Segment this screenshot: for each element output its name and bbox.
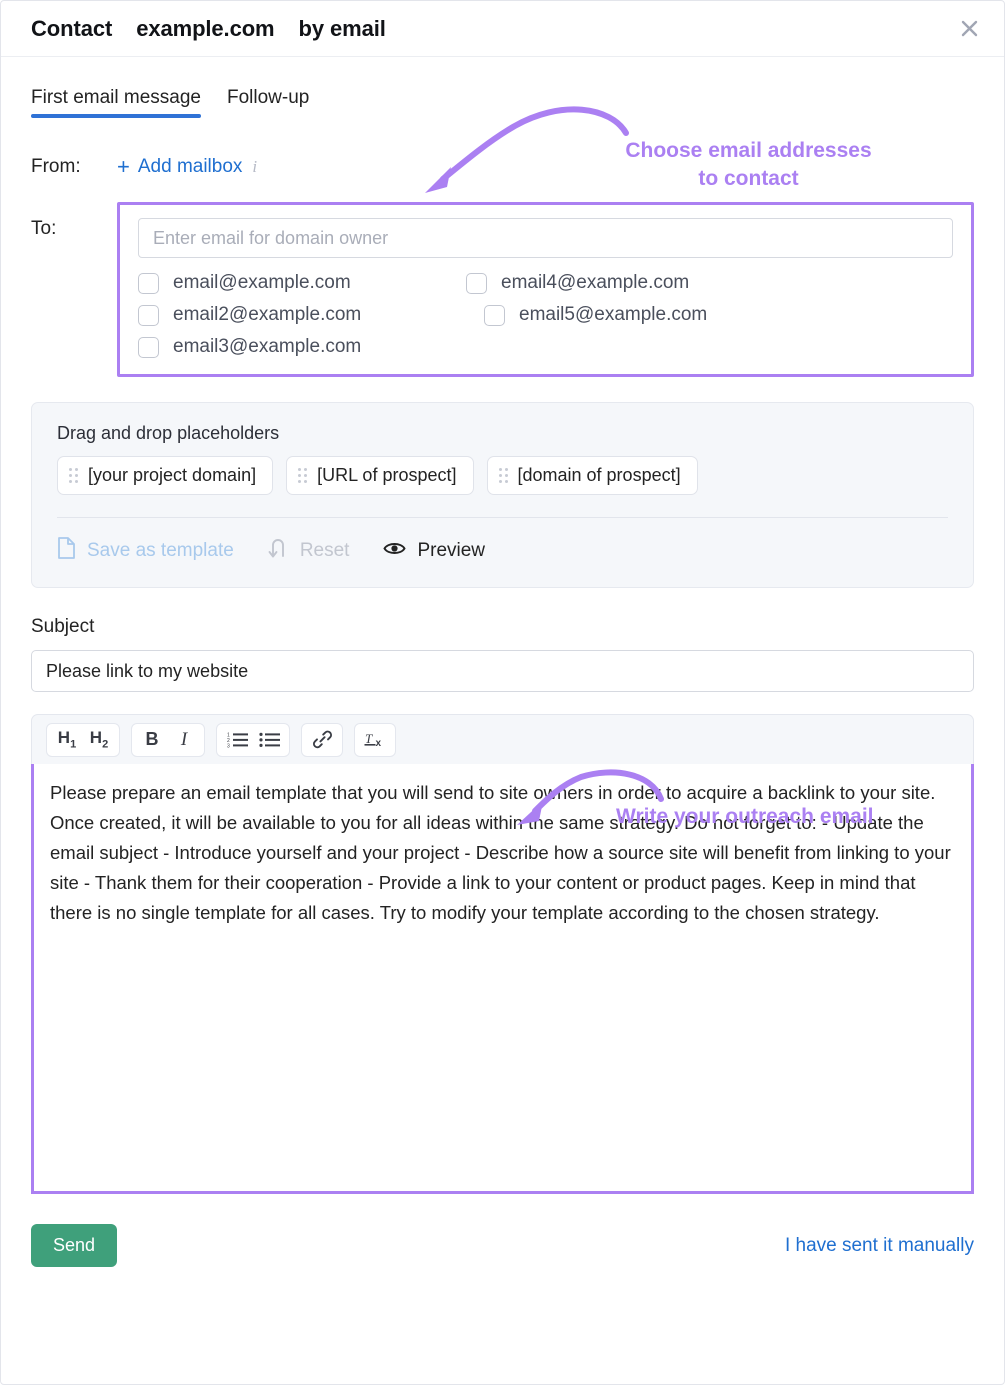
tab-follow-up[interactable]: Follow-up xyxy=(227,87,309,118)
checkbox-icon[interactable] xyxy=(138,272,159,294)
checkbox-icon[interactable] xyxy=(138,304,159,326)
to-row: To: email@example.com email4@example.com… xyxy=(31,202,974,377)
editor-toolbar: H1 H2 B I 1 2 3 T x xyxy=(31,714,974,764)
tab-bar: First email message Follow-up xyxy=(31,87,974,118)
email-checkbox-row[interactable]: email@example.com xyxy=(138,272,448,294)
annotation-choose-emails: Choose email addresses to contact xyxy=(591,137,906,193)
ordered-list-button[interactable]: 1 2 3 xyxy=(221,725,253,755)
checkbox-icon[interactable] xyxy=(138,336,159,358)
placeholder-chip-list: [your project domain] [URL of prospect] … xyxy=(57,456,948,495)
preview-button[interactable]: Preview xyxy=(383,540,485,563)
page-title: Contact example.com by email xyxy=(31,16,386,42)
modal-header: Contact example.com by email xyxy=(1,1,1004,57)
heading-1-button[interactable]: H1 xyxy=(51,725,83,755)
list-button-group: 1 2 3 xyxy=(216,722,290,757)
checkbox-icon[interactable] xyxy=(466,272,487,294)
placeholders-panel: Drag and drop placeholders [your project… xyxy=(31,402,974,588)
email-address-label: email5@example.com xyxy=(519,304,708,325)
subject-input[interactable] xyxy=(31,650,974,692)
info-icon[interactable]: i xyxy=(252,157,257,177)
preview-label: Preview xyxy=(417,540,486,561)
email-addresses-highlight-box: email@example.com email4@example.com ema… xyxy=(117,202,974,377)
text-style-button-group: B I xyxy=(131,722,205,757)
tab-first-email-message[interactable]: First email message xyxy=(31,87,201,118)
svg-text:T: T xyxy=(365,731,373,746)
email-checkbox-row[interactable]: email2@example.com xyxy=(138,304,448,326)
drag-handle-icon[interactable] xyxy=(69,468,78,483)
to-label: To: xyxy=(31,218,57,239)
panel-divider xyxy=(57,517,948,518)
bold-button[interactable]: B xyxy=(136,725,168,755)
title-prefix: Contact xyxy=(31,15,113,41)
subject-label: Subject xyxy=(31,616,95,637)
annotation-write-email-text: Write your outreach email xyxy=(616,805,874,828)
clear-formatting-button-group: T x xyxy=(354,722,396,757)
close-icon[interactable] xyxy=(956,16,982,42)
email-body-text[interactable]: Please prepare an email template that yo… xyxy=(50,778,955,928)
undo-arrow-icon xyxy=(268,538,289,564)
email-checkbox-grid: email@example.com email4@example.com ema… xyxy=(138,272,953,358)
email-address-label: email4@example.com xyxy=(501,272,690,293)
reset-label: Reset xyxy=(299,540,350,561)
add-mailbox-button[interactable]: + Add mailbox xyxy=(117,156,242,178)
modal-body: First email message Follow-up From: + Ad… xyxy=(1,87,1004,1194)
title-domain: example.com xyxy=(136,15,275,41)
heading-button-group: H1 H2 xyxy=(46,722,120,757)
send-button[interactable]: Send xyxy=(31,1224,118,1267)
svg-text:x: x xyxy=(376,738,382,749)
plus-icon: + xyxy=(117,154,130,179)
clear-formatting-button[interactable]: T x xyxy=(359,725,391,755)
email-editor: H1 H2 B I 1 2 3 T x Please prepare an em… xyxy=(31,714,974,1194)
email-checkbox-row[interactable]: email4@example.com xyxy=(448,272,953,294)
placeholders-title: Drag and drop placeholders xyxy=(57,423,280,443)
annotation-write-email: Write your outreach email xyxy=(616,803,956,831)
placeholder-chip-label: [domain of prospect] xyxy=(517,465,681,485)
checkbox-icon[interactable] xyxy=(484,304,505,326)
italic-button[interactable]: I xyxy=(168,725,200,755)
save-as-template-button[interactable]: Save as template xyxy=(57,537,234,565)
document-icon xyxy=(57,537,76,565)
drag-handle-icon[interactable] xyxy=(298,468,308,483)
contact-by-email-modal: Contact example.com by email First email m… xyxy=(0,0,1005,1385)
heading-2-button[interactable]: H2 xyxy=(83,725,115,755)
modal-footer: Send I have sent it manually xyxy=(1,1224,1004,1267)
placeholder-chip-label: [your project domain] xyxy=(88,465,257,485)
placeholder-chip-project-domain[interactable]: [your project domain] xyxy=(57,456,274,495)
svg-text:3: 3 xyxy=(227,744,230,749)
link-button[interactable] xyxy=(306,725,338,755)
annotation-choose-emails-line2: to contact xyxy=(698,167,799,190)
annotation-choose-emails-line1: Choose email addresses xyxy=(625,139,872,162)
drag-handle-icon[interactable] xyxy=(498,468,508,483)
placeholder-chip-domain-prospect[interactable]: [domain of prospect] xyxy=(486,456,698,495)
sent-manually-link[interactable]: I have sent it manually xyxy=(785,1235,974,1257)
email-checkbox-row[interactable]: email5@example.com xyxy=(448,304,953,326)
email-address-label: email2@example.com xyxy=(173,304,362,325)
email-checkbox-row[interactable]: email3@example.com xyxy=(138,336,448,358)
domain-owner-email-input[interactable] xyxy=(138,218,953,258)
from-label: From: xyxy=(31,156,81,177)
title-suffix: by email xyxy=(298,15,386,41)
email-address-label: email3@example.com xyxy=(173,336,362,357)
placeholder-chip-url-prospect[interactable]: [URL of prospect] xyxy=(286,456,474,495)
reset-button[interactable]: Reset xyxy=(268,538,350,564)
email-address-label: email@example.com xyxy=(173,272,351,293)
bullet-list-button[interactable] xyxy=(253,725,285,755)
placeholder-actions: Save as template Reset Preview xyxy=(57,537,948,565)
add-mailbox-label: Add mailbox xyxy=(137,156,243,177)
save-as-template-label: Save as template xyxy=(87,540,234,561)
link-button-group xyxy=(301,722,343,757)
placeholder-chip-label: [URL of prospect] xyxy=(317,465,457,485)
eye-icon xyxy=(383,540,407,563)
